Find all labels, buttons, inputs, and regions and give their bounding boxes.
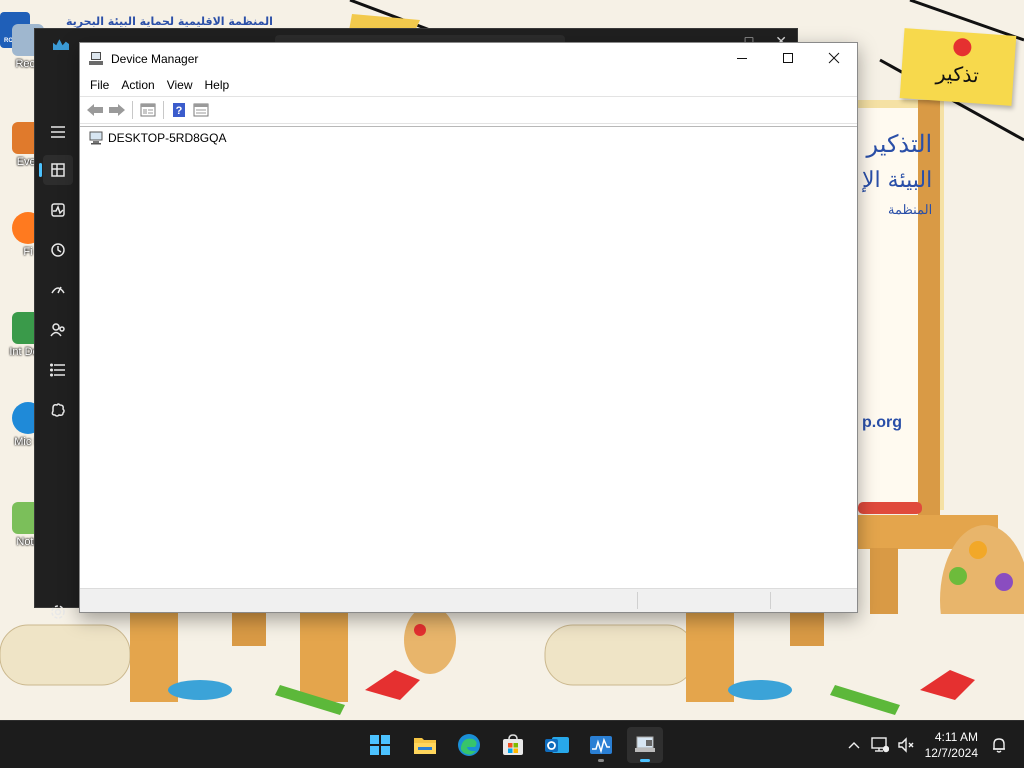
clock-time: 4:11 AM xyxy=(934,730,978,744)
maximize-button[interactable] xyxy=(765,43,811,73)
toolbar-separator xyxy=(163,101,164,119)
task-manager-icon xyxy=(590,736,612,754)
start-icon xyxy=(370,735,390,755)
status-bar xyxy=(80,588,857,612)
chevron-up-icon xyxy=(848,742,860,749)
processes-icon[interactable] xyxy=(39,155,73,185)
startup-apps-icon[interactable] xyxy=(43,275,73,305)
device-manager-app-icon xyxy=(89,51,103,66)
desktop-icon-label: Fi xyxy=(23,246,33,258)
board-line-2: البيئة الإ xyxy=(862,168,933,193)
tree-root-node[interactable]: DESKTOP-5RD8GQA xyxy=(88,131,226,145)
forward-button[interactable] xyxy=(106,99,128,121)
app-history-icon[interactable] xyxy=(43,235,73,265)
menu-view[interactable]: View xyxy=(161,74,199,96)
pin-icon xyxy=(952,37,972,57)
outlook-icon xyxy=(545,737,569,753)
board-line-3: المنظمة xyxy=(888,203,933,218)
system-tray: 4:11 AM 12/7/2024 xyxy=(841,721,1024,768)
maximize-icon xyxy=(783,53,793,63)
close-icon xyxy=(828,52,840,64)
menu-help[interactable]: Help xyxy=(199,74,236,96)
bell-icon xyxy=(993,738,1005,753)
show-hidden-icon xyxy=(193,103,209,117)
properties-button[interactable] xyxy=(137,99,159,121)
menu-file[interactable]: File xyxy=(84,74,115,96)
status-bar-divider xyxy=(770,592,771,609)
back-icon xyxy=(87,104,103,116)
network-icon xyxy=(870,737,889,753)
edge-icon xyxy=(458,734,480,756)
window-title: Device Manager xyxy=(111,51,199,66)
help-icon: ? xyxy=(173,103,185,117)
device-manager-titlebar[interactable]: Device Manager xyxy=(80,43,857,74)
sticky-note-text: تذكير xyxy=(935,60,980,88)
show-hidden-button[interactable] xyxy=(190,99,212,121)
running-indicator xyxy=(598,759,604,762)
store-button[interactable] xyxy=(495,727,531,763)
outlook-button[interactable] xyxy=(539,727,575,763)
tree-root-label: DESKTOP-5RD8GQA xyxy=(108,131,227,145)
clock-date: 12/7/2024 xyxy=(924,746,978,760)
store-icon xyxy=(503,734,523,755)
menu-action[interactable]: Action xyxy=(115,74,160,96)
menu-bar: File Action View Help xyxy=(80,74,857,96)
task-manager-button[interactable] xyxy=(583,727,619,763)
task-manager-nav xyxy=(35,59,81,619)
users-icon[interactable] xyxy=(43,315,73,345)
help-button[interactable]: ? xyxy=(168,99,190,121)
forward-icon xyxy=(109,104,125,116)
show-hidden-icons-button[interactable] xyxy=(841,732,867,758)
window-controls xyxy=(719,43,857,73)
close-button[interactable] xyxy=(811,43,857,73)
task-manager-app-icon xyxy=(53,39,69,50)
status-bar-divider xyxy=(637,592,638,609)
wallpaper-header-text: المنظمة الاقليمية لحماية البيئة البحرية xyxy=(66,15,273,28)
toolbar: ? xyxy=(80,96,857,124)
taskbar: 4:11 AM 12/7/2024 xyxy=(0,720,1024,768)
settings-icon[interactable] xyxy=(43,597,73,627)
edge-button[interactable] xyxy=(451,727,487,763)
minimize-icon xyxy=(737,58,747,59)
properties-icon xyxy=(140,103,156,117)
performance-icon[interactable] xyxy=(43,195,73,225)
clock[interactable]: 4:11 AM 12/7/2024 xyxy=(919,729,986,761)
hamburger-icon[interactable] xyxy=(43,117,73,147)
device-manager-icon xyxy=(635,736,655,752)
file-explorer-button[interactable] xyxy=(407,727,443,763)
toolbar-separator xyxy=(132,101,133,119)
device-tree[interactable]: DESKTOP-5RD8GQA xyxy=(80,126,857,590)
board-line-1: التذكير xyxy=(866,130,933,158)
services-icon[interactable] xyxy=(43,395,73,425)
notifications-button[interactable] xyxy=(986,732,1012,758)
device-manager-window[interactable]: Device Manager File Action View Help ? D… xyxy=(79,42,858,613)
minimize-button[interactable] xyxy=(719,43,765,73)
device-manager-taskbar-button[interactable] xyxy=(627,727,663,763)
computer-icon xyxy=(88,131,104,145)
start-button[interactable] xyxy=(362,727,398,763)
board-url: p.org xyxy=(862,414,902,431)
network-button[interactable] xyxy=(867,732,893,758)
board-text: التذكير البيئة الإ المنظمة p.org xyxy=(862,130,932,432)
sticky-note: تذكير xyxy=(899,28,1017,106)
file-explorer-icon xyxy=(414,738,436,754)
svg-text:?: ? xyxy=(176,105,183,117)
volume-button[interactable] xyxy=(893,732,919,758)
details-icon[interactable] xyxy=(43,355,73,385)
volume-muted-icon xyxy=(897,737,914,753)
active-indicator xyxy=(640,759,650,762)
back-button[interactable] xyxy=(84,99,106,121)
